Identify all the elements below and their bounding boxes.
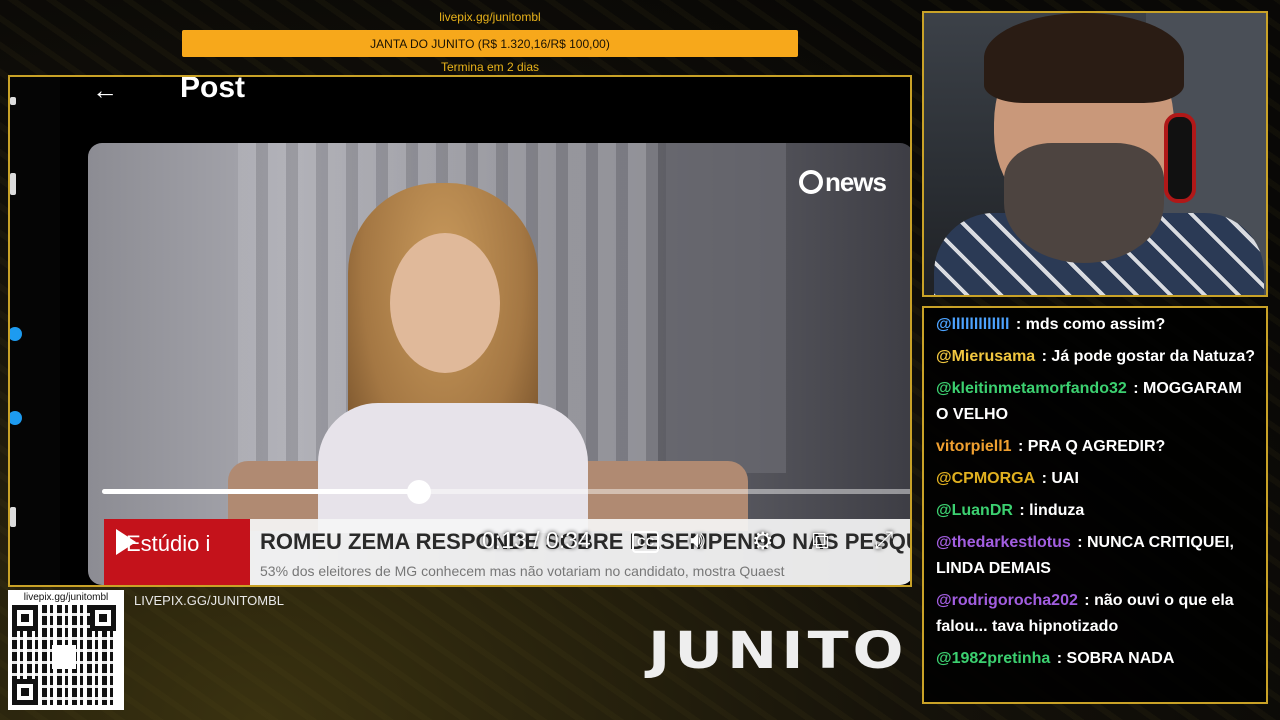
chat-text: : PRA Q AGREDIR? bbox=[1013, 438, 1166, 455]
chat-username[interactable]: @rodrigorocha202 bbox=[936, 592, 1078, 609]
chat-message: vitorpiell1 : PRA Q AGREDIR? bbox=[936, 434, 1256, 460]
chat-message: @1982pretinha : SOBRA NADA bbox=[936, 646, 1256, 672]
chat-username[interactable]: @1982pretinha bbox=[936, 650, 1050, 667]
chat-text: : Já pode gostar da Natuza? bbox=[1037, 348, 1256, 365]
chat-panel: @lllllllllllll : mds como assim? @Mierusa… bbox=[922, 306, 1268, 704]
left-sidebar bbox=[10, 77, 60, 585]
chat-username[interactable]: @LuanDR bbox=[936, 502, 1013, 519]
donation-goal-bar: JANTA DO JUNITO (R$ 1.320,16/R$ 100,00) bbox=[182, 30, 798, 57]
sidebar-icon[interactable] bbox=[10, 507, 16, 527]
chat-message: @kleitinmetamorfando32 : MOGGARAM O VELH… bbox=[936, 376, 1256, 428]
headset bbox=[1164, 113, 1196, 203]
video-subject bbox=[308, 173, 608, 533]
webcam-feed bbox=[922, 11, 1268, 297]
qr-code-box: livepix.gg/junitombl bbox=[8, 590, 124, 710]
chat-username[interactable]: @kleitinmetamorfando32 bbox=[936, 380, 1127, 397]
qr-code bbox=[12, 605, 116, 705]
timecode: 0:13 / 0:34 bbox=[482, 527, 591, 553]
chat-text: : mds como assim? bbox=[1011, 316, 1166, 333]
video-player[interactable]: news Estúdio i ROMEU ZEMA RESPONDE SOBRE… bbox=[88, 143, 910, 585]
brand-logo: JUNITO bbox=[648, 621, 908, 681]
progress-handle[interactable] bbox=[406, 480, 431, 504]
progress-fill bbox=[102, 489, 419, 494]
stream-overlay: livepix.gg/junitombl JANTA DO JUNITO (R$… bbox=[0, 0, 1280, 720]
chat-username[interactable]: @thedarkestlotus bbox=[936, 534, 1071, 551]
chat-message: @thedarkestlotus : NUNCA CRITIQUEI, LIND… bbox=[936, 530, 1256, 582]
notification-badge bbox=[10, 327, 22, 341]
chat-message: @lllllllllllll : mds como assim? bbox=[936, 312, 1256, 338]
chat-text: : linduza bbox=[1014, 502, 1085, 519]
pip-icon[interactable]: ⧉ bbox=[812, 527, 829, 555]
notification-badge bbox=[10, 411, 22, 425]
goal-url: livepix.gg/junitombl bbox=[439, 10, 541, 24]
sidebar-icon[interactable] bbox=[10, 173, 16, 195]
goal-label: JANTA DO JUNITO (R$ 1.320,16/R$ 100,00) bbox=[370, 36, 610, 51]
arrow-left-icon[interactable]: ← bbox=[92, 77, 118, 106]
chat-text: : SOBRA NADA bbox=[1052, 650, 1175, 667]
chat-username[interactable]: @lllllllllllll bbox=[936, 316, 1009, 333]
screen-capture: ← Post news Estúdio i ROMEU ZEMA RESPOND… bbox=[8, 75, 912, 587]
chat-text: : UAI bbox=[1037, 470, 1079, 487]
sidebar-icon[interactable] bbox=[10, 97, 16, 105]
chat-username[interactable]: vitorpiell1 bbox=[936, 438, 1012, 455]
qr-label: livepix.gg/junitombl bbox=[23, 592, 109, 603]
cc-icon[interactable]: CC bbox=[632, 531, 660, 553]
chat-message: @CPMORGA : UAI bbox=[936, 466, 1256, 492]
video-progress-bar[interactable] bbox=[102, 480, 910, 504]
gear-icon[interactable]: ⚙ bbox=[752, 527, 774, 556]
goal-ends-text: Termina em 2 dias bbox=[440, 60, 540, 74]
chat-message: @LuanDR : linduza bbox=[936, 498, 1256, 524]
chat-username[interactable]: @CPMORGA bbox=[936, 470, 1035, 487]
play-icon[interactable] bbox=[116, 529, 136, 555]
video-controls: 0:13 / 0:34 CC 🔊︎ ⚙ ⧉ ⤢ bbox=[104, 519, 910, 569]
volume-icon[interactable]: 🔊︎ bbox=[690, 527, 705, 555]
chat-username[interactable]: @Mierusama bbox=[936, 348, 1035, 365]
chat-message: @rodrigorocha202 : não ouvi o que ela fa… bbox=[936, 588, 1256, 640]
chat-message: @Mierusama : Já pode gostar da Natuza? bbox=[936, 344, 1256, 370]
video-background bbox=[666, 143, 786, 473]
post-header: ← Post bbox=[60, 75, 910, 141]
fullscreen-icon[interactable]: ⤢ bbox=[874, 527, 893, 555]
page-title: Post bbox=[180, 75, 246, 104]
channel-logo: news bbox=[798, 167, 887, 198]
donation-url: LIVEPIX.GG/JUNITOMBL bbox=[134, 593, 285, 608]
